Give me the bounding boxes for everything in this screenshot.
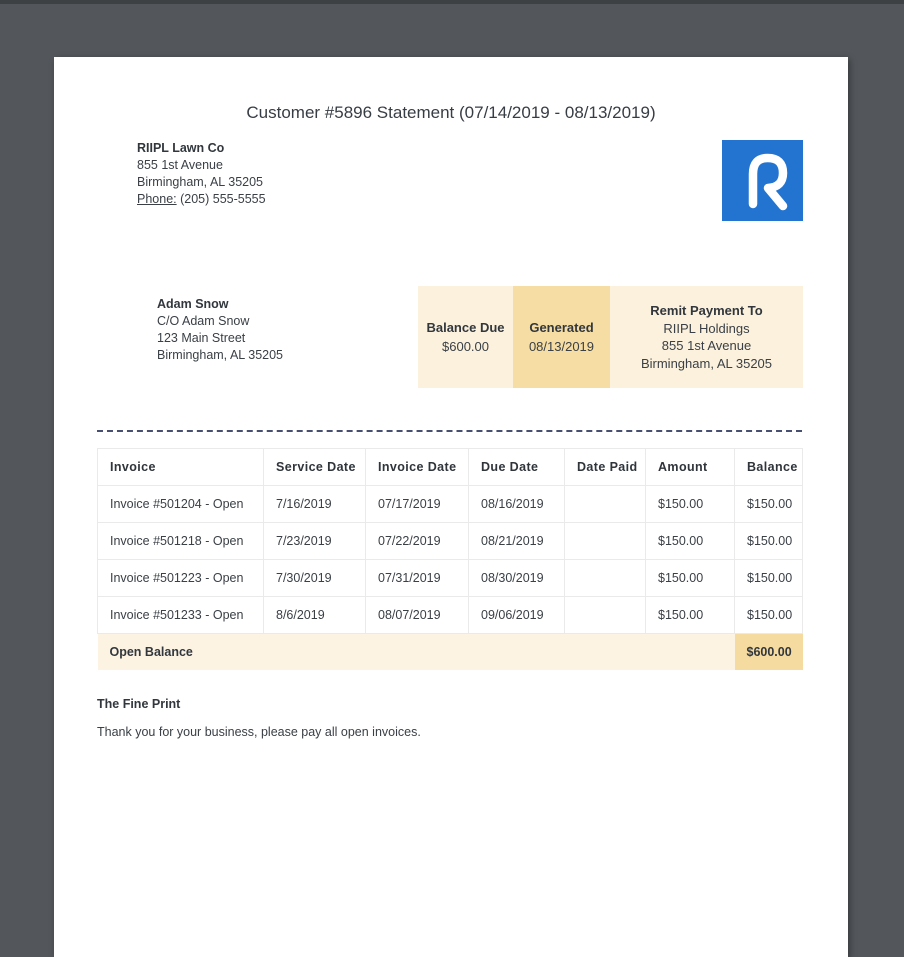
- page-title: Customer #5896 Statement (07/14/2019 - 0…: [246, 103, 656, 122]
- table-cell: 08/30/2019: [468, 559, 565, 597]
- table-cell: 08/21/2019: [468, 522, 565, 560]
- remit-payment-box: Remit Payment To RIIPL Holdings 855 1st …: [610, 286, 803, 388]
- open-balance-label: Open Balance: [97, 633, 735, 670]
- table-row: Invoice #501223 - Open 7/30/2019 07/31/201…: [97, 559, 803, 597]
- phone-number: (205) 555-5555: [176, 192, 266, 206]
- open-balance-value: $600.00: [734, 633, 803, 670]
- company-address-line1: 855 1st Avenue: [137, 158, 223, 172]
- customer-info: Adam Snow C/O Adam Snow 123 Main Street …: [157, 286, 283, 364]
- table-cell: $150.00: [645, 522, 735, 560]
- company-name: RIIPL Lawn Co: [137, 141, 225, 155]
- fine-print-heading: The Fine Print: [97, 696, 181, 711]
- table-cell: Invoice #501218 - Open: [97, 522, 264, 560]
- table-cell: $150.00: [645, 485, 735, 523]
- company-info: RIIPL Lawn Co 855 1st Avenue Birmingham,…: [137, 140, 266, 208]
- generated-value: 08/13/2019: [528, 339, 595, 354]
- table-cell: Invoice #501223 - Open: [97, 559, 264, 597]
- table-cell: $150.00: [734, 485, 803, 523]
- table-cell: Invoice #501204 - Open: [97, 485, 264, 523]
- generated-box: Generated 08/13/2019: [513, 286, 610, 388]
- remit-line3: Birmingham, AL 35205: [640, 355, 773, 371]
- customer-line2: 123 Main Street: [157, 331, 246, 345]
- column-header: Date Paid: [564, 448, 646, 486]
- table-cell: [564, 559, 646, 597]
- table-cell: 8/6/2019: [263, 596, 366, 634]
- table-cell: 07/31/2019: [365, 559, 469, 597]
- summary-strip: Balance Due $600.00 Generated 08/13/2019…: [418, 286, 803, 388]
- column-header: Due Date: [468, 448, 565, 486]
- statement-page: Customer #5896 Statement (07/14/2019 - 0…: [54, 57, 848, 957]
- table-cell: 08/16/2019: [468, 485, 565, 523]
- generated-label: Generated: [529, 320, 594, 335]
- table-cell: $150.00: [645, 559, 735, 597]
- table-cell: 07/22/2019: [365, 522, 469, 560]
- table-cell: 08/07/2019: [365, 596, 469, 634]
- phone-label: Phone:: [137, 192, 177, 206]
- table-cell: 07/17/2019: [365, 485, 469, 523]
- table-cell: [564, 485, 646, 523]
- logo-r-icon: [748, 153, 788, 211]
- table-cell: $150.00: [734, 559, 803, 597]
- customer-line1: C/O Adam Snow: [157, 314, 250, 328]
- balance-due-box: Balance Due $600.00: [418, 286, 513, 388]
- column-header: Amount: [645, 448, 735, 486]
- customer-summary-section: Adam Snow C/O Adam Snow 123 Main Street …: [54, 286, 848, 388]
- invoice-table: Invoice Service Date Invoice Date Due Date D…: [97, 448, 803, 670]
- company-logo: [722, 140, 803, 221]
- open-balance-row: Open Balance $600.00: [97, 633, 803, 670]
- customer-line3: Birmingham, AL 35205: [157, 348, 284, 362]
- table-cell: 09/06/2019: [468, 596, 565, 634]
- window-top-bar: [0, 0, 904, 4]
- table-cell: $150.00: [734, 596, 803, 634]
- column-header: Invoice Date: [365, 448, 469, 486]
- column-header: Invoice: [97, 448, 264, 486]
- company-phone: Phone: (205) 555-5555: [137, 191, 266, 208]
- balance-due-label: Balance Due: [426, 320, 505, 335]
- table-cell: 7/23/2019: [263, 522, 366, 560]
- table-row: Invoice #501233 - Open 8/6/2019 08/07/2019…: [97, 596, 803, 634]
- column-header: Balance: [734, 448, 803, 486]
- customer-name: Adam Snow: [157, 297, 229, 311]
- table-cell: $150.00: [734, 522, 803, 560]
- table-body: Invoice #501204 - Open 7/16/2019 07/17/201…: [97, 485, 803, 634]
- table-cell: [564, 596, 646, 634]
- header-section: RIIPL Lawn Co 855 1st Avenue Birmingham,…: [54, 140, 848, 221]
- remit-line2: 855 1st Avenue: [661, 338, 752, 353]
- table-cell: $150.00: [645, 596, 735, 634]
- remit-label: Remit Payment To: [650, 303, 763, 318]
- company-address-line2: Birmingham, AL 35205: [137, 175, 264, 189]
- balance-due-value: $600.00: [442, 339, 489, 354]
- table-cell: 7/16/2019: [263, 485, 366, 523]
- table-cell: Invoice #501233 - Open: [97, 596, 264, 634]
- column-header: Service Date: [263, 448, 366, 486]
- table-cell: 7/30/2019: [263, 559, 366, 597]
- fine-print-text: Thank you for your business, please pay …: [97, 724, 421, 739]
- table-cell: [564, 522, 646, 560]
- remit-line1: RIIPL Holdings: [663, 320, 750, 336]
- dashed-divider: [97, 430, 802, 432]
- table-row: Invoice #501218 - Open 7/23/2019 07/22/201…: [97, 522, 803, 560]
- table-header-row: Invoice Service Date Invoice Date Due Date D…: [97, 448, 803, 486]
- table-row: Invoice #501204 - Open 7/16/2019 07/17/201…: [97, 485, 803, 523]
